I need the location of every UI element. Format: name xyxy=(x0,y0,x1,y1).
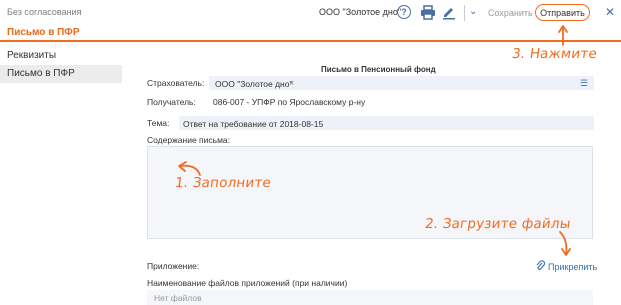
body-label: Содержание письма: xyxy=(147,135,230,145)
subject-value[interactable]: Ответ на требование от 2018-08-15 xyxy=(183,119,323,129)
sidebar-item-requisites[interactable]: Реквизиты xyxy=(0,47,122,65)
attachment-names-label: Наименование файлов приложений (при нали… xyxy=(147,278,348,288)
sidebar-item-letter[interactable]: Письмо в ПФР xyxy=(0,65,122,83)
annotation-step-1: 1. Заполните xyxy=(173,175,273,191)
insurer-label: Страхователь: xyxy=(147,78,205,88)
list-icon[interactable]: ☰ xyxy=(580,78,588,89)
top-bar xyxy=(0,0,621,42)
attach-link-label[interactable]: Прикрепить xyxy=(548,262,597,272)
recipient-value[interactable]: 086-007 - УПФР по Ярославскому р-ну xyxy=(213,97,365,107)
document-title: Письмо в ПФР xyxy=(7,27,80,38)
question-circle-icon[interactable]: ? xyxy=(397,5,411,19)
insurer-chip[interactable]: ООО "Золотое дно" xyxy=(215,79,293,89)
chevron-down-icon[interactable]: ⌄ xyxy=(469,6,477,17)
approval-status: Без согласования xyxy=(7,7,82,17)
paperclip-icon xyxy=(536,260,546,273)
pen-icon[interactable] xyxy=(441,4,457,20)
recipient-label: Получатель: xyxy=(147,97,196,107)
annotation-step-3: 3. Нажмите xyxy=(510,46,599,62)
organization-name[interactable]: ООО "Золотое дно" xyxy=(319,7,401,17)
toolbar-divider xyxy=(464,5,465,21)
save-button[interactable]: Сохранить xyxy=(488,8,533,18)
no-files-text: Нет файлов xyxy=(154,293,202,303)
form-title: Письмо в Пенсионный фонд xyxy=(321,65,436,74)
subject-label: Тема: xyxy=(147,118,170,128)
send-button[interactable]: Отправить xyxy=(535,4,590,21)
close-icon[interactable]: ✕ xyxy=(603,5,617,19)
printer-icon[interactable] xyxy=(420,5,436,20)
attachment-names-field[interactable] xyxy=(147,290,593,305)
remove-chip-icon[interactable]: × xyxy=(289,78,294,88)
annotation-step-2: 2. Загрузите файлы xyxy=(423,216,572,232)
attachment-label: Приложение: xyxy=(147,261,200,271)
attach-link[interactable]: Прикрепить xyxy=(536,260,597,273)
